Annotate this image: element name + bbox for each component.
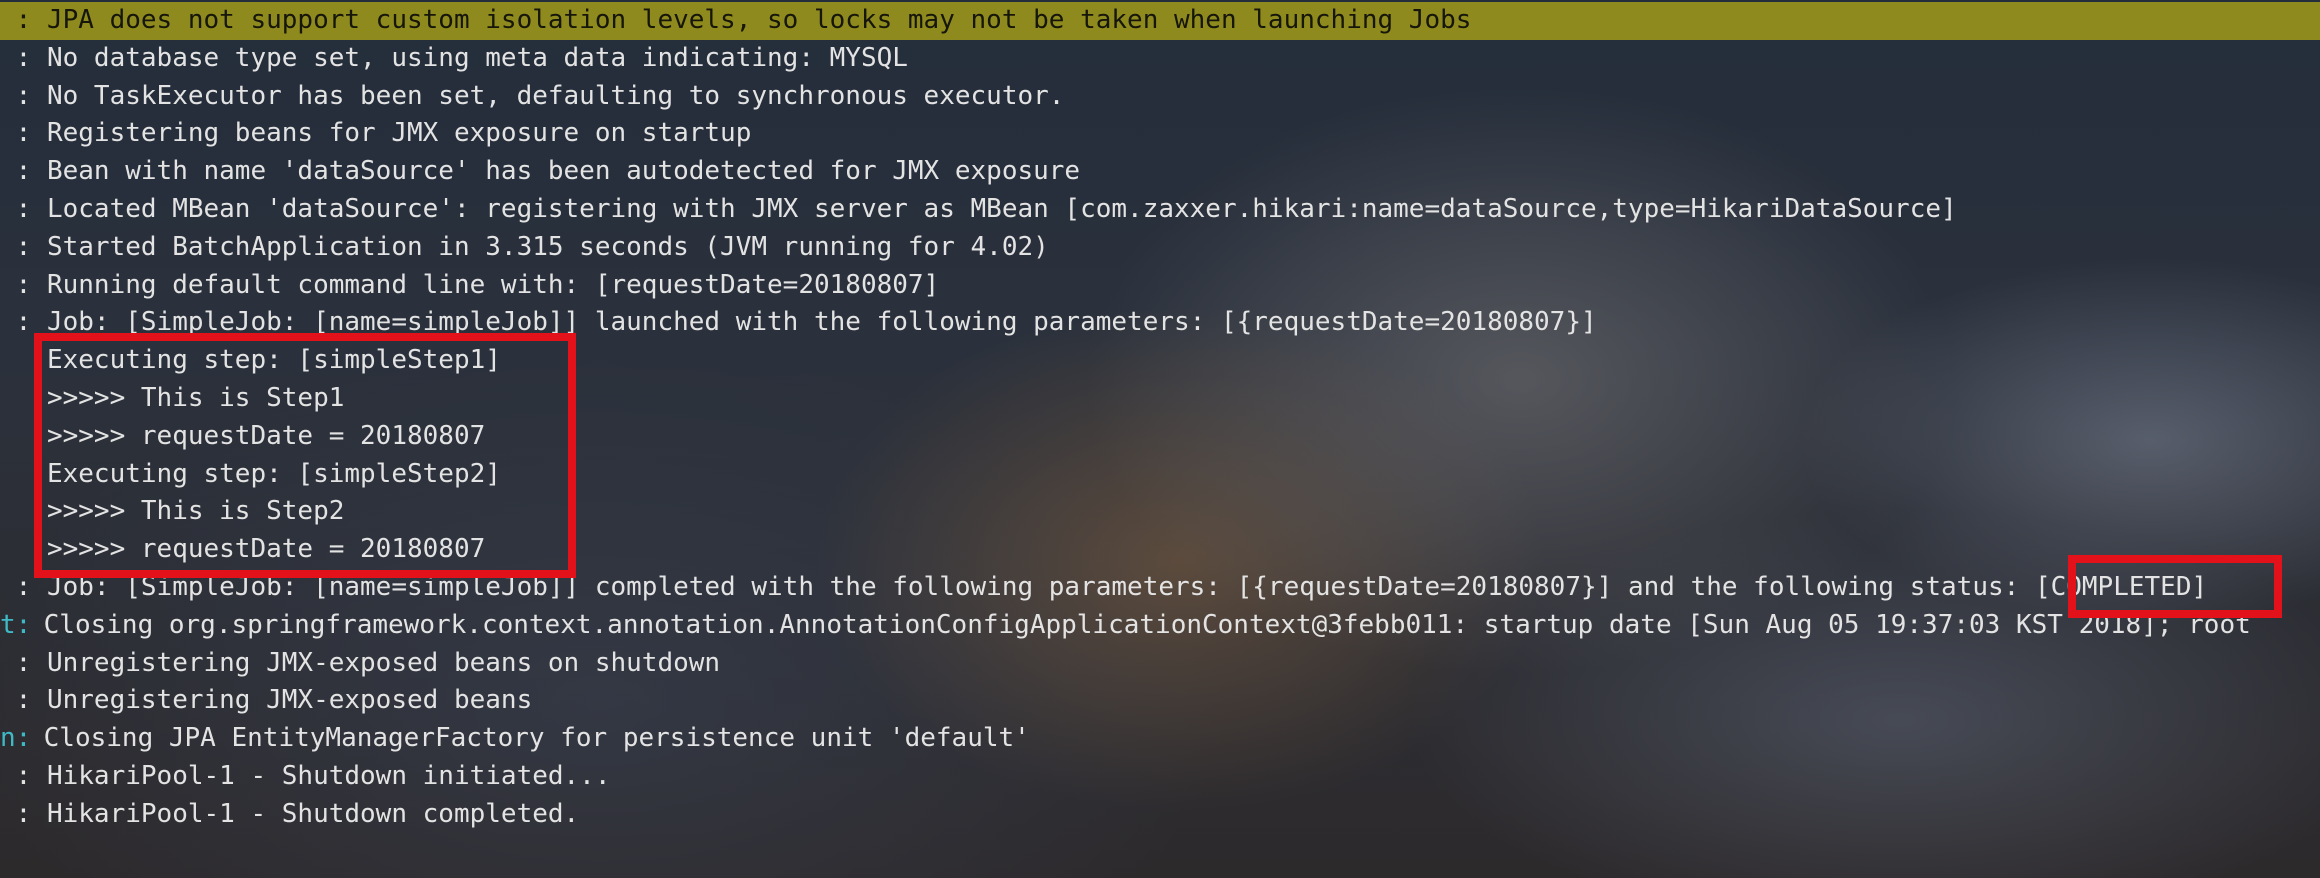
log-text: Closing JPA EntityManagerFactory for per… xyxy=(28,723,1030,754)
log-text: Unregistering JMX-exposed beans xyxy=(31,685,533,716)
log-prefix: : xyxy=(0,307,32,338)
log-text: Running default command line with: [requ… xyxy=(31,269,940,300)
log-prefix: : xyxy=(0,80,32,111)
log-line: : No TaskExecutor has been set, defaulti… xyxy=(0,78,2320,116)
log-prefix: : xyxy=(0,118,32,149)
log-line: : JPA does not support custom isolation … xyxy=(0,2,2320,40)
log-text: HikariPool-1 - Shutdown initiated... xyxy=(31,760,611,791)
completed-status-highlight-box xyxy=(2068,555,2282,618)
log-text: No database type set, using meta data in… xyxy=(31,42,908,73)
log-line: : No database type set, using meta data … xyxy=(0,40,2320,78)
log-prefix: : xyxy=(0,269,32,300)
log-prefix xyxy=(0,383,31,413)
log-prefix: : xyxy=(0,193,32,224)
log-prefix: t: xyxy=(0,609,32,640)
log-text: Closing org.springframework.context.anno… xyxy=(28,609,2251,640)
log-prefix xyxy=(0,496,31,526)
log-text: HikariPool-1 - Shutdown completed. xyxy=(31,798,580,829)
log-text: Started BatchApplication in 3.315 second… xyxy=(31,231,1049,262)
log-text: Registering beans for JMX exposure on st… xyxy=(31,118,752,149)
log-line: : Unregistering JMX-exposed beans xyxy=(0,682,2320,720)
log-prefix: : xyxy=(0,42,32,73)
log-line: : Running default command line with: [re… xyxy=(0,267,2320,305)
log-prefix: : xyxy=(0,798,32,829)
log-line: : Bean with name 'dataSource' has been a… xyxy=(0,153,2320,191)
log-text: No TaskExecutor has been set, defaulting… xyxy=(31,80,1065,111)
log-prefix xyxy=(0,459,31,489)
log-text: Bean with name 'dataSource' has been aut… xyxy=(31,156,1081,187)
log-prefix xyxy=(0,421,31,451)
log-line: : Unregistering JMX-exposed beans on shu… xyxy=(0,645,2320,683)
log-text: JPA does not support custom isolation le… xyxy=(31,5,1472,35)
log-line: t: Closing org.springframework.context.a… xyxy=(0,607,2320,645)
log-prefix: : xyxy=(0,571,32,602)
log-line: : Started BatchApplication in 3.315 seco… xyxy=(0,229,2320,267)
log-prefix: : xyxy=(0,685,32,716)
log-prefix: n: xyxy=(0,723,32,754)
log-line: : Registering beans for JMX exposure on … xyxy=(0,115,2320,153)
log-prefix xyxy=(0,345,31,375)
log-prefix: : xyxy=(0,5,32,35)
log-line: : HikariPool-1 - Shutdown initiated... xyxy=(0,758,2320,796)
log-line: : Located MBean 'dataSource': registerin… xyxy=(0,191,2320,229)
log-prefix: : xyxy=(0,760,32,791)
log-line: : HikariPool-1 - Shutdown completed. xyxy=(0,796,2320,834)
log-prefix: : xyxy=(0,231,32,262)
log-line: n: Closing JPA EntityManagerFactory for … xyxy=(0,720,2320,758)
log-prefix: : xyxy=(0,647,32,678)
log-text: Unregistering JMX-exposed beans on shutd… xyxy=(31,647,721,678)
log-text: Located MBean 'dataSource': registering … xyxy=(31,193,1957,224)
step-output-highlight-box xyxy=(34,333,576,578)
log-prefix xyxy=(0,534,31,564)
log-prefix: : xyxy=(0,156,32,187)
